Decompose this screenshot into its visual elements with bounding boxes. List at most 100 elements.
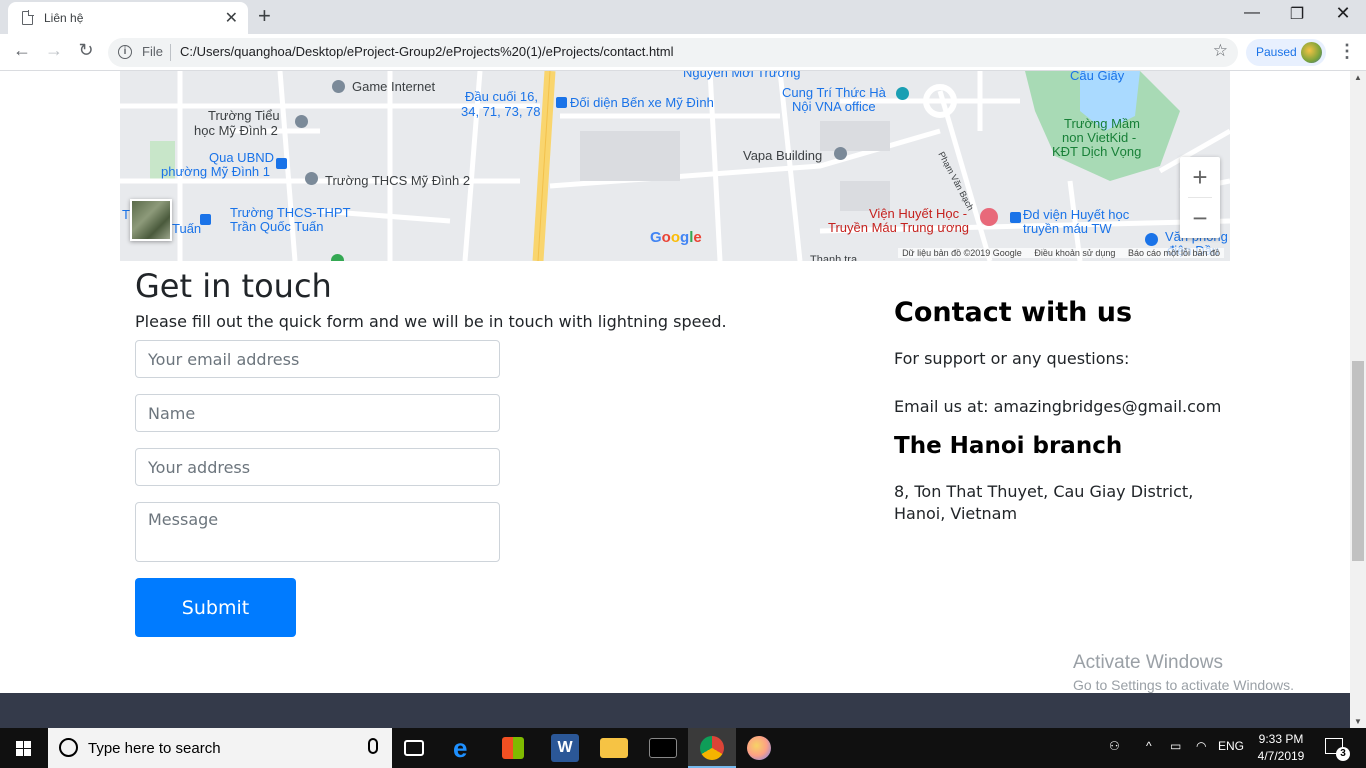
- map-label: Qua UBND: [209, 150, 275, 165]
- address-field[interactable]: [135, 448, 500, 486]
- new-tab-button[interactable]: +: [258, 3, 271, 29]
- store-icon[interactable]: [502, 737, 524, 759]
- school-pin-icon[interactable]: [305, 172, 318, 185]
- map-label: Đầu cuối 16,: [465, 89, 538, 104]
- notification-count: 3: [1336, 747, 1350, 761]
- map-label: truyền máu TW: [1023, 221, 1112, 236]
- map-label: Đối diện Bến xe Mỹ Đình: [570, 95, 714, 110]
- search-placeholder: Type here to search: [88, 740, 221, 757]
- scroll-up-icon[interactable]: ▲: [1354, 73, 1362, 82]
- scroll-thumb[interactable]: [1352, 361, 1364, 561]
- reload-icon[interactable]: ↻: [74, 40, 98, 61]
- word-icon[interactable]: W: [551, 734, 579, 762]
- map-label: Nguyễn Mời Trường: [683, 71, 801, 80]
- bus-stop-icon[interactable]: [556, 97, 567, 108]
- restore-button[interactable]: ❐: [1274, 4, 1320, 24]
- activate-windows-text: Go to Settings to activate Windows.: [1073, 677, 1294, 693]
- map-label: Game Internet: [352, 79, 436, 94]
- more-vert-icon[interactable]: ⋮: [1338, 41, 1356, 62]
- map-pin-icon[interactable]: [896, 87, 909, 100]
- map-label: Cung Trí Thức Hà: [782, 85, 886, 100]
- map-label: Vapa Building: [743, 148, 823, 163]
- message-field[interactable]: [135, 502, 500, 562]
- map-label: Đd viện Huyết học: [1023, 207, 1130, 222]
- tab-strip: Liên hệ ✕ + — ❐ ✕: [0, 0, 1366, 34]
- chrome-icon: [700, 736, 724, 760]
- map-label: Trần Quốc Tuấn: [230, 219, 324, 234]
- name-field[interactable]: [135, 394, 500, 432]
- language-indicator[interactable]: ENG: [1218, 739, 1244, 753]
- edge-icon[interactable]: e: [453, 734, 481, 762]
- chrome-taskbar-item[interactable]: [688, 728, 736, 768]
- branch-address: 8, Ton That Thuyet, Cau Giay District, H…: [894, 482, 1194, 523]
- branch-title: The Hanoi branch: [894, 433, 1123, 459]
- map-label: KĐT Dịch Vọng: [1052, 144, 1142, 159]
- star-icon[interactable]: ☆: [1213, 41, 1228, 61]
- browser-tab[interactable]: Liên hệ ✕: [8, 2, 248, 34]
- office-pin-icon[interactable]: [1145, 233, 1158, 246]
- map-label: Trường Mầm: [1064, 116, 1140, 131]
- form-subtitle: Please fill out the quick form and we wi…: [135, 312, 727, 331]
- park-pin-icon[interactable]: [331, 254, 344, 261]
- contact-title: Contact with us: [894, 297, 1133, 328]
- close-window-button[interactable]: ✕: [1320, 3, 1366, 24]
- support-text: For support or any questions:: [894, 349, 1130, 368]
- google-map[interactable]: Game Internet Trường Tiểu học Mỹ Đình 2 …: [120, 71, 1230, 261]
- bus-stop-icon[interactable]: [200, 214, 211, 225]
- submit-button[interactable]: Submit: [135, 578, 296, 637]
- back-arrow-icon[interactable]: ←: [10, 40, 34, 61]
- info-icon[interactable]: i: [118, 45, 132, 59]
- map-terms-link[interactable]: Điều khoản sử dụng: [1034, 248, 1115, 258]
- page-footer: [0, 693, 1350, 728]
- address-bar[interactable]: i File C:/Users/quanghoa/Desktop/eProjec…: [108, 38, 1238, 67]
- battery-icon[interactable]: ▭: [1170, 739, 1181, 753]
- document-icon: [22, 10, 34, 25]
- email-text: Email us at: amazingbridges@gmail.com: [894, 397, 1222, 416]
- page-scrollbar[interactable]: ▲ ▼: [1350, 71, 1366, 728]
- map-label: phường Mỹ Đình 1: [161, 164, 271, 179]
- divider: [170, 44, 171, 61]
- bus-stop-icon[interactable]: [276, 158, 287, 169]
- minimize-button[interactable]: —: [1229, 4, 1275, 22]
- form-title: Get in touch: [135, 267, 332, 305]
- people-icon[interactable]: ⚇: [1109, 739, 1120, 753]
- task-view-icon[interactable]: [404, 740, 424, 756]
- zoom-out-button[interactable]: −: [1180, 198, 1220, 238]
- chevron-up-icon[interactable]: ^: [1146, 739, 1152, 753]
- wifi-icon[interactable]: ◠: [1196, 739, 1206, 753]
- taskbar: Type here to search e W ⚇ ^ ▭ ◠ ENG 9:33…: [0, 728, 1366, 768]
- clock[interactable]: 9:33 PM 4/7/2019: [1256, 731, 1306, 765]
- email-field[interactable]: [135, 340, 500, 378]
- paint-icon[interactable]: [747, 736, 771, 760]
- map-report-link[interactable]: Báo cáo một lỗi bản đồ: [1128, 248, 1220, 258]
- map-label: Trường THCS Mỹ Đình 2: [325, 173, 471, 188]
- taskbar-search[interactable]: Type here to search: [48, 728, 392, 768]
- zoom-in-button[interactable]: +: [1180, 157, 1220, 197]
- clock-time: 9:33 PM: [1258, 732, 1304, 746]
- notification-icon[interactable]: 3: [1325, 738, 1350, 761]
- satellite-toggle-button[interactable]: [130, 199, 172, 241]
- close-tab-icon[interactable]: ✕: [225, 8, 238, 28]
- microphone-icon[interactable]: [368, 738, 378, 754]
- map-pin-icon[interactable]: [332, 80, 345, 93]
- url-text[interactable]: C:/Users/quanghoa/Desktop/eProject-Group…: [180, 44, 674, 59]
- browser-toolbar: ← → ↻ i File C:/Users/quanghoa/Desktop/e…: [0, 34, 1366, 71]
- map-label: Cầu Giấy: [1070, 71, 1125, 83]
- clock-date: 4/7/2019: [1257, 749, 1305, 763]
- start-button[interactable]: [0, 728, 48, 768]
- file-explorer-icon[interactable]: [600, 738, 628, 758]
- map-pin-icon[interactable]: [834, 147, 847, 160]
- hospital-pin-icon[interactable]: [980, 208, 998, 226]
- cortana-icon: [59, 738, 78, 757]
- forward-arrow-icon[interactable]: →: [42, 40, 66, 61]
- scroll-down-icon[interactable]: ▼: [1354, 717, 1362, 726]
- map-label: non VietKid -: [1062, 130, 1137, 145]
- profile-button[interactable]: Paused: [1246, 39, 1326, 66]
- bus-stop-icon[interactable]: [1010, 212, 1021, 223]
- terminal-icon[interactable]: [649, 738, 677, 758]
- activate-windows-title: Activate Windows: [1073, 652, 1223, 673]
- map-label: Trường Tiểu: [208, 108, 280, 123]
- map-label: Thanh tra: [810, 254, 858, 261]
- school-pin-icon[interactable]: [295, 115, 308, 128]
- map-data-credit: Dữ liệu bản đồ ©2019 Google: [902, 248, 1022, 258]
